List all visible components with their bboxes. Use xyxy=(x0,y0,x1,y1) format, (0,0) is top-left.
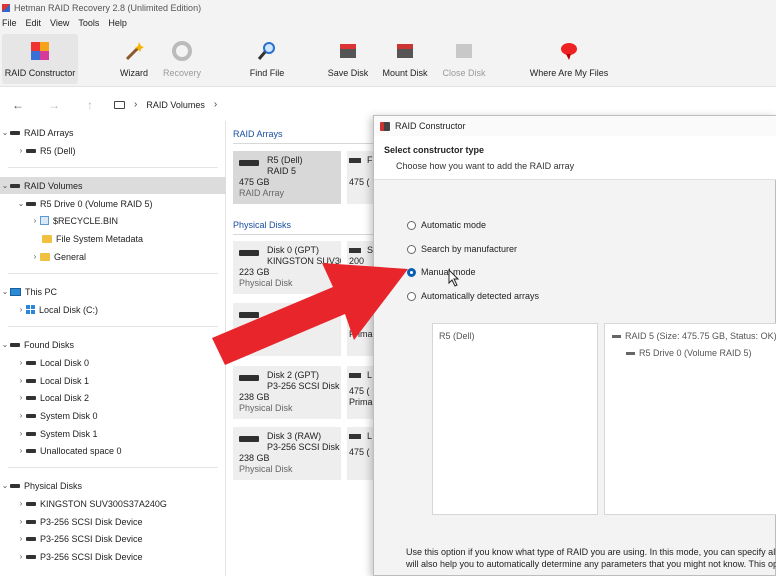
red-arrow-annotation xyxy=(212,263,408,365)
mouse-cursor-icon xyxy=(448,269,460,287)
